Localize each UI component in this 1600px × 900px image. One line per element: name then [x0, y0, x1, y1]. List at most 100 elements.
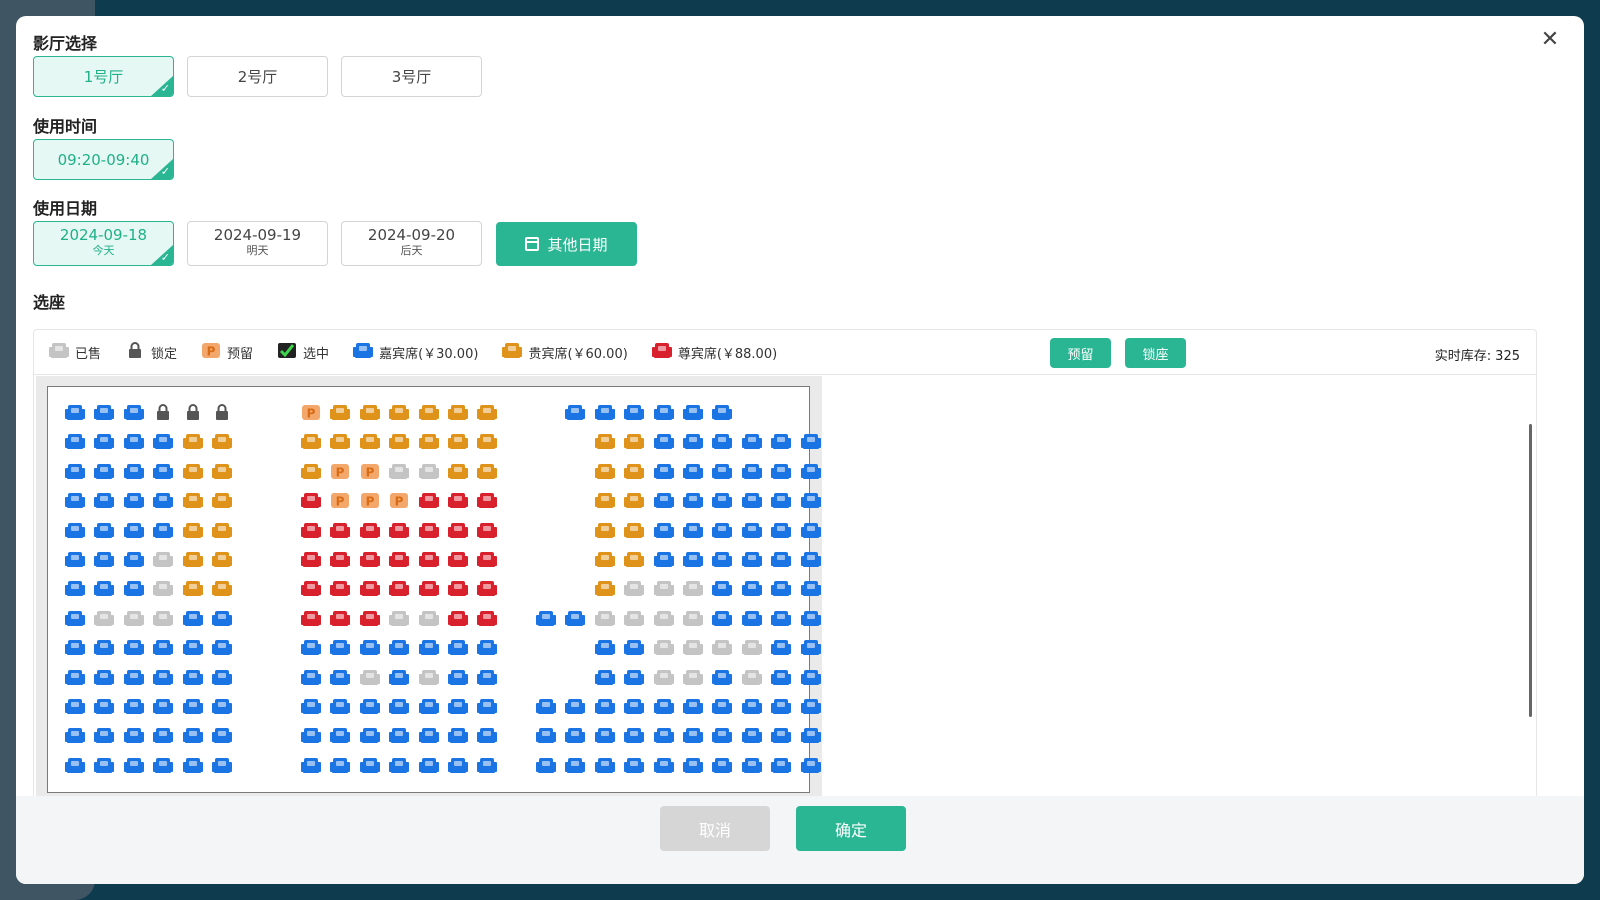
- blue-seat[interactable]: [682, 697, 704, 716]
- blue-seat[interactable]: [800, 697, 822, 716]
- blue-seat[interactable]: [741, 726, 763, 745]
- red-seat[interactable]: [300, 521, 322, 540]
- blue-seat[interactable]: [741, 579, 763, 598]
- blue-seat[interactable]: [711, 550, 733, 569]
- reserved-seat[interactable]: P: [329, 491, 351, 510]
- blue-seat[interactable]: [800, 609, 822, 628]
- red-seat[interactable]: [476, 550, 498, 569]
- blue-seat[interactable]: [329, 756, 351, 775]
- lock-seat-button[interactable]: 锁座: [1125, 338, 1186, 368]
- blue-seat[interactable]: [564, 697, 586, 716]
- orange-seat[interactable]: [182, 550, 204, 569]
- blue-seat[interactable]: [623, 668, 645, 687]
- blue-seat[interactable]: [182, 668, 204, 687]
- blue-seat[interactable]: [64, 403, 86, 422]
- blue-seat[interactable]: [211, 726, 233, 745]
- hall-option-3[interactable]: 3号厅: [341, 56, 482, 97]
- blue-seat[interactable]: [123, 403, 145, 422]
- blue-seat[interactable]: [123, 521, 145, 540]
- red-seat[interactable]: [476, 521, 498, 540]
- blue-seat[interactable]: [152, 491, 174, 510]
- blue-seat[interactable]: [711, 726, 733, 745]
- red-seat[interactable]: [476, 579, 498, 598]
- blue-seat[interactable]: [800, 521, 822, 540]
- blue-seat[interactable]: [93, 697, 115, 716]
- blue-seat[interactable]: [800, 638, 822, 657]
- date-option-1[interactable]: 2024-09-18 今天 ✓: [33, 221, 174, 266]
- red-seat[interactable]: [300, 579, 322, 598]
- orange-seat[interactable]: [594, 432, 616, 451]
- blue-seat[interactable]: [123, 668, 145, 687]
- orange-seat[interactable]: [182, 462, 204, 481]
- hall-option-2[interactable]: 2号厅: [187, 56, 328, 97]
- blue-seat[interactable]: [152, 726, 174, 745]
- red-seat[interactable]: [476, 491, 498, 510]
- blue-seat[interactable]: [741, 609, 763, 628]
- reserved-seat[interactable]: P: [388, 491, 410, 510]
- blue-seat[interactable]: [741, 697, 763, 716]
- blue-seat[interactable]: [329, 668, 351, 687]
- blue-seat[interactable]: [211, 756, 233, 775]
- blue-seat[interactable]: [300, 668, 322, 687]
- orange-seat[interactable]: [211, 491, 233, 510]
- blue-seat[interactable]: [535, 697, 557, 716]
- blue-seat[interactable]: [388, 756, 410, 775]
- orange-seat[interactable]: [418, 432, 440, 451]
- orange-seat[interactable]: [623, 521, 645, 540]
- orange-seat[interactable]: [182, 579, 204, 598]
- red-seat[interactable]: [300, 550, 322, 569]
- red-seat[interactable]: [359, 579, 381, 598]
- blue-seat[interactable]: [594, 403, 616, 422]
- blue-seat[interactable]: [770, 550, 792, 569]
- blue-seat[interactable]: [653, 491, 675, 510]
- blue-seat[interactable]: [64, 579, 86, 598]
- blue-seat[interactable]: [359, 638, 381, 657]
- orange-seat[interactable]: [182, 432, 204, 451]
- blue-seat[interactable]: [770, 756, 792, 775]
- blue-seat[interactable]: [447, 756, 469, 775]
- red-seat[interactable]: [388, 550, 410, 569]
- orange-seat[interactable]: [447, 432, 469, 451]
- blue-seat[interactable]: [653, 403, 675, 422]
- orange-seat[interactable]: [359, 403, 381, 422]
- blue-seat[interactable]: [152, 668, 174, 687]
- blue-seat[interactable]: [682, 521, 704, 540]
- blue-seat[interactable]: [64, 521, 86, 540]
- red-seat[interactable]: [329, 609, 351, 628]
- orange-seat[interactable]: [211, 432, 233, 451]
- blue-seat[interactable]: [594, 756, 616, 775]
- blue-seat[interactable]: [182, 697, 204, 716]
- blue-seat[interactable]: [447, 638, 469, 657]
- blue-seat[interactable]: [152, 462, 174, 481]
- other-date-button[interactable]: 其他日期: [496, 222, 637, 266]
- blue-seat[interactable]: [93, 726, 115, 745]
- blue-seat[interactable]: [594, 726, 616, 745]
- blue-seat[interactable]: [770, 462, 792, 481]
- red-seat[interactable]: [300, 609, 322, 628]
- orange-seat[interactable]: [476, 403, 498, 422]
- red-seat[interactable]: [418, 521, 440, 540]
- red-seat[interactable]: [447, 609, 469, 628]
- blue-seat[interactable]: [741, 491, 763, 510]
- blue-seat[interactable]: [152, 638, 174, 657]
- blue-seat[interactable]: [359, 697, 381, 716]
- blue-seat[interactable]: [64, 668, 86, 687]
- reserved-seat[interactable]: P: [300, 403, 322, 422]
- blue-seat[interactable]: [123, 550, 145, 569]
- blue-seat[interactable]: [123, 638, 145, 657]
- date-option-2[interactable]: 2024-09-19 明天: [187, 221, 328, 266]
- blue-seat[interactable]: [93, 579, 115, 598]
- blue-seat[interactable]: [653, 697, 675, 716]
- red-seat[interactable]: [476, 609, 498, 628]
- blue-seat[interactable]: [329, 697, 351, 716]
- orange-seat[interactable]: [388, 403, 410, 422]
- blue-seat[interactable]: [653, 521, 675, 540]
- blue-seat[interactable]: [682, 462, 704, 481]
- red-seat[interactable]: [329, 521, 351, 540]
- blue-seat[interactable]: [682, 491, 704, 510]
- orange-seat[interactable]: [182, 521, 204, 540]
- blue-seat[interactable]: [770, 491, 792, 510]
- blue-seat[interactable]: [800, 550, 822, 569]
- blue-seat[interactable]: [93, 403, 115, 422]
- orange-seat[interactable]: [447, 462, 469, 481]
